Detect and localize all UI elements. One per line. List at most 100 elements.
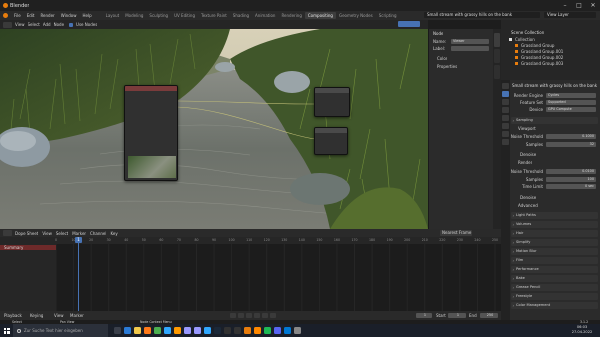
photoshop-icon[interactable] bbox=[163, 327, 171, 334]
blender-menu-icon[interactable] bbox=[3, 13, 8, 18]
outliner-item[interactable]: Grassland Group.003 bbox=[521, 61, 591, 66]
menu-help[interactable]: Help bbox=[79, 13, 94, 18]
view-menu[interactable]: View bbox=[15, 22, 25, 27]
render-layers-node[interactable] bbox=[124, 85, 178, 181]
sidebar-tab-view[interactable] bbox=[494, 65, 500, 79]
workspace-tab-animation[interactable]: Animation bbox=[252, 12, 278, 19]
composite-node[interactable] bbox=[314, 87, 350, 117]
editor-type-icon[interactable] bbox=[3, 21, 12, 28]
timeline-menu-channel[interactable]: Channel bbox=[90, 231, 106, 236]
playback-menu[interactable]: Playback bbox=[4, 313, 22, 318]
workspace-tab-texture-paint[interactable]: Texture Paint bbox=[198, 12, 230, 19]
workspace-tab-geometry-nodes[interactable]: Geometry Nodes bbox=[336, 12, 376, 19]
workspace-tab-sculpting[interactable]: Sculpting bbox=[146, 12, 171, 19]
node-properties-label[interactable]: Properties bbox=[437, 64, 457, 69]
firefox-icon[interactable] bbox=[143, 327, 151, 334]
editor-type-icon[interactable] bbox=[3, 230, 12, 236]
workspace-tab-modeling[interactable]: Modeling bbox=[122, 12, 146, 19]
feature-set-dropdown[interactable]: Supported bbox=[546, 100, 596, 105]
workspace-tab-layout[interactable]: Layout bbox=[103, 12, 123, 19]
current-frame-field[interactable]: 1 bbox=[416, 313, 432, 318]
section-hair[interactable]: Hair bbox=[511, 230, 598, 237]
spotify-icon[interactable] bbox=[263, 327, 271, 334]
premiere-icon[interactable] bbox=[183, 327, 191, 334]
node-label-field[interactable] bbox=[451, 46, 489, 51]
texture-tab-icon[interactable] bbox=[502, 139, 509, 145]
epic-icon[interactable] bbox=[223, 327, 231, 334]
time-limit-field[interactable]: 0 sec bbox=[546, 184, 596, 189]
section-color-management[interactable]: Color Management bbox=[511, 302, 598, 309]
sampling-section[interactable]: Sampling bbox=[511, 117, 598, 124]
section-light-paths[interactable]: Light Paths bbox=[511, 212, 598, 219]
workspace-tab-shading[interactable]: Shading bbox=[230, 12, 252, 19]
scene-tab-icon[interactable] bbox=[502, 115, 509, 121]
end-frame-field[interactable]: 250 bbox=[480, 313, 498, 318]
workspace-tab-compositing[interactable]: Compositing bbox=[304, 12, 336, 19]
settings-icon[interactable] bbox=[293, 327, 301, 334]
section-performance[interactable]: Performance bbox=[511, 266, 598, 273]
menu-render[interactable]: Render bbox=[37, 13, 57, 18]
vlc-icon[interactable] bbox=[253, 327, 261, 334]
menu-window[interactable]: Window bbox=[58, 13, 80, 18]
aftereffects-icon[interactable] bbox=[193, 327, 201, 334]
section-film[interactable]: Film bbox=[511, 257, 598, 264]
current-frame-badge[interactable]: 1 bbox=[75, 237, 82, 243]
edge-icon[interactable] bbox=[123, 327, 131, 334]
timeline-menu-dope-sheet[interactable]: Dope Sheet bbox=[15, 231, 38, 236]
maximize-icon[interactable]: □ bbox=[572, 0, 586, 11]
mail-icon[interactable] bbox=[283, 327, 291, 334]
jump-end-icon[interactable] bbox=[270, 313, 276, 318]
use-nodes-checkbox[interactable] bbox=[69, 22, 74, 27]
outliner-item[interactable]: Grassland Group.002 bbox=[521, 55, 591, 60]
node-name-field[interactable]: Viewer bbox=[451, 39, 489, 44]
next-key-icon[interactable] bbox=[262, 313, 268, 318]
blender-icon[interactable] bbox=[243, 327, 251, 334]
section-grease-pencil[interactable]: Grease Pencil bbox=[511, 284, 598, 291]
view-layer-tab-icon[interactable] bbox=[502, 107, 509, 113]
add-menu[interactable]: Add bbox=[43, 22, 51, 27]
chrome-icon[interactable] bbox=[153, 327, 161, 334]
timeline-menu-marker[interactable]: Marker bbox=[72, 231, 86, 236]
minimize-icon[interactable]: – bbox=[558, 0, 572, 11]
viewport-noise-threshold-field[interactable]: 0.1000 bbox=[546, 134, 596, 139]
section-simplify[interactable]: Simplify bbox=[511, 239, 598, 246]
device-dropdown[interactable]: GPU Compute bbox=[546, 107, 596, 112]
timeline-view-menu[interactable]: View bbox=[54, 313, 64, 318]
timeline-marker-menu[interactable]: Marker bbox=[70, 313, 84, 318]
playhead[interactable] bbox=[78, 237, 79, 311]
timeline-menu-view[interactable]: View bbox=[42, 231, 52, 236]
menu-edit[interactable]: Edit bbox=[24, 13, 38, 18]
close-icon[interactable]: ✕ bbox=[586, 0, 600, 11]
dope-sheet-channels[interactable] bbox=[0, 244, 501, 311]
world-tab-icon[interactable] bbox=[502, 123, 509, 129]
viewport-samples-field[interactable]: 32 bbox=[546, 142, 596, 147]
view-layer-selector[interactable]: View Layer bbox=[544, 12, 596, 18]
scene-selector[interactable]: Small stream with grassy hills on the ba… bbox=[424, 12, 540, 18]
node-color-label[interactable]: Color bbox=[437, 56, 447, 61]
workspace-tab-scripting[interactable]: Scripting bbox=[376, 12, 400, 19]
explorer-icon[interactable] bbox=[133, 327, 141, 334]
output-tab-icon[interactable] bbox=[502, 99, 509, 105]
sidebar-tab-tool[interactable] bbox=[494, 49, 500, 63]
node-menu[interactable]: Node bbox=[54, 22, 64, 27]
keying-menu[interactable]: Keying bbox=[30, 313, 43, 318]
render-samples-field[interactable]: 100 bbox=[546, 177, 596, 182]
viewport-subsection[interactable]: Viewport bbox=[518, 126, 536, 131]
timeline-menu-key[interactable]: Key bbox=[110, 231, 117, 236]
section-volumes[interactable]: Volumes bbox=[511, 221, 598, 228]
select-menu[interactable]: Select bbox=[28, 22, 40, 27]
menu-file[interactable]: File bbox=[11, 13, 24, 18]
play-icon[interactable] bbox=[254, 313, 260, 318]
lightroom-icon[interactable] bbox=[203, 327, 211, 334]
compositor-backdrop[interactable] bbox=[0, 29, 428, 229]
taskview-icon[interactable] bbox=[113, 327, 121, 334]
steam-icon[interactable] bbox=[213, 327, 221, 334]
workspace-tab-uv-editing[interactable]: UV Editing bbox=[171, 12, 198, 19]
outliner-item[interactable]: Collection bbox=[515, 37, 585, 42]
sidebar-tab-node[interactable] bbox=[494, 33, 500, 47]
taskbar-clock[interactable]: 06:03 27.04.2022 bbox=[566, 325, 598, 335]
section-freestyle[interactable]: Freestyle bbox=[511, 293, 598, 300]
render-engine-dropdown[interactable]: Cycles bbox=[546, 93, 596, 98]
workspace-tab-rendering[interactable]: Rendering bbox=[278, 12, 304, 19]
viewport-denoise-toggle[interactable]: Denoise bbox=[520, 152, 536, 157]
